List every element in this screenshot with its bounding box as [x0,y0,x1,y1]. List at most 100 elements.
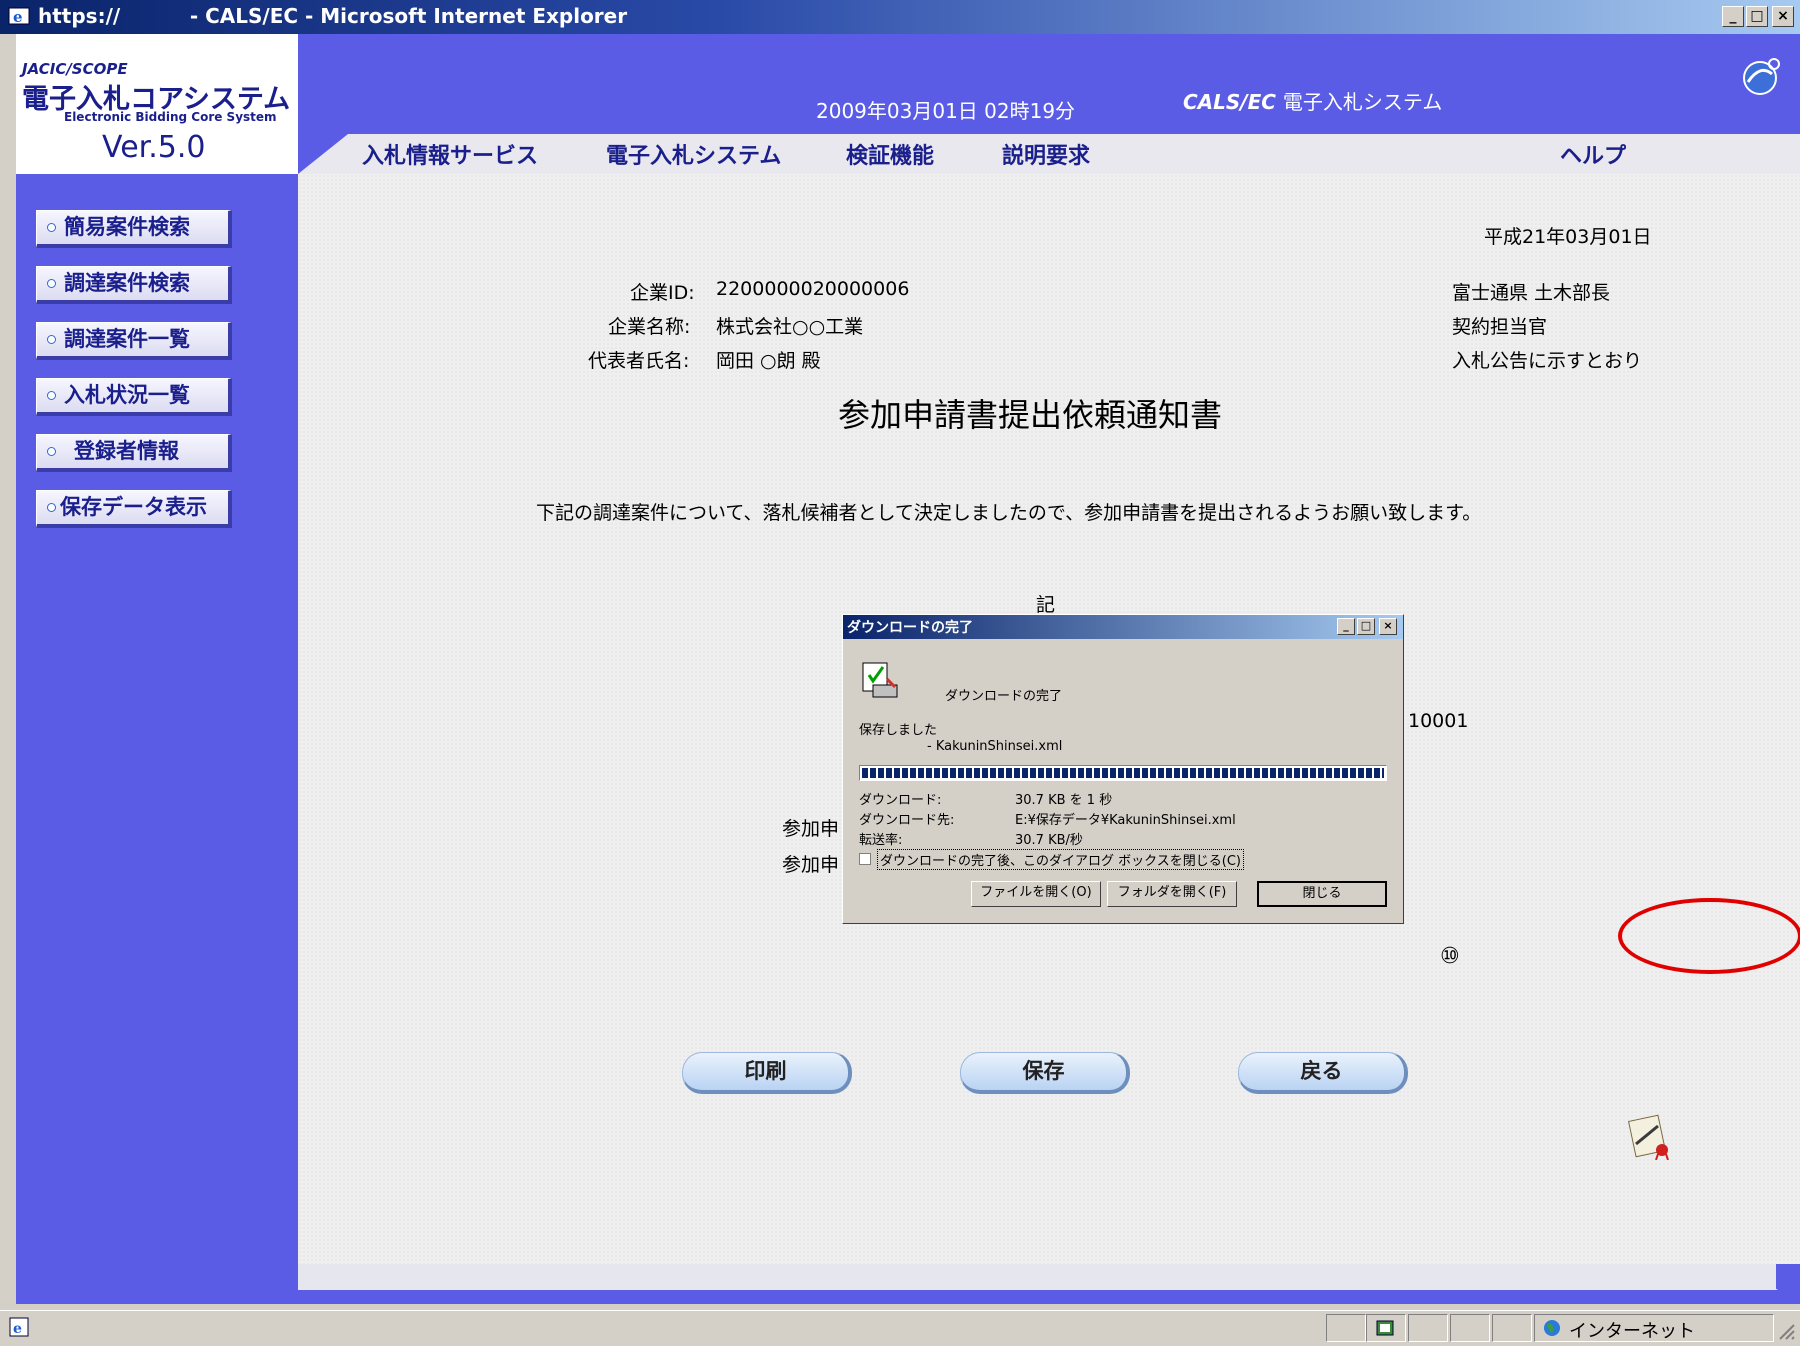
company-id-label: 企業ID: [630,282,695,304]
sidebar-item-bid-status[interactable]: 入札状況一覧 [36,378,232,416]
close-dialog-button[interactable]: 閉じる [1257,881,1387,907]
print-button[interactable]: 印刷 [682,1052,852,1094]
page-icon: e [9,1317,29,1337]
back-button[interactable]: 戻る [1238,1052,1408,1094]
progress-fill [862,768,1384,778]
step-marker: ⑩ [1440,944,1460,969]
document-date: 平成21年03月01日 [1484,226,1652,248]
bullet-icon [47,446,56,456]
close-on-complete-label[interactable]: ダウンロードの完了後、このダイアログ ボックスを閉じる(C) [877,849,1244,870]
open-file-button[interactable]: ファイルを開く(O) [971,881,1101,907]
dialog-title: ダウンロードの完了 [847,620,973,636]
status-panel [1492,1314,1532,1342]
title-bar: e https:// - CALS/EC - Microsoft Interne… [0,0,1800,34]
dialog-maximize-button[interactable]: □ [1357,618,1375,635]
menu-explanation-request[interactable]: 説明要求 [1002,138,1090,170]
logo-version: Ver.5.0 [102,130,206,165]
svg-text:e: e [13,8,23,26]
recipient-line-3: 入札公告に示すとおり [1452,350,1643,372]
system-name: CALS/EC 電子入札システム [1183,86,1442,115]
security-icon [1376,1320,1394,1336]
download-size-value: 30.7 KB を 1 秒 [1015,793,1113,808]
status-panel [1450,1314,1490,1342]
zone-label: インターネット [1569,1321,1695,1342]
sidebar-item-label: 保存データ表示 [60,495,207,519]
internet-zone-icon [1544,1320,1560,1336]
save-button[interactable]: 保存 [960,1052,1130,1094]
representative-label: 代表者氏名: [588,350,690,372]
company-name-label: 企業名称: [608,316,691,338]
close-window-button[interactable]: × [1772,6,1794,27]
system-label: 電子入札システム [1282,90,1443,114]
bullet-icon [47,502,56,512]
close-on-complete-checkbox[interactable] [859,853,871,865]
menu-e-bidding-system[interactable]: 電子入札システム [606,138,781,170]
representative-name: 岡田 ○朗 殿 [716,350,821,372]
dialog-minimize-button[interactable]: _ [1337,618,1355,635]
maximize-button[interactable]: □ [1746,6,1768,27]
header-band: 2009年03月01日 02時19分 CALS/EC 電子入札システム [298,34,1800,134]
dialog-heading: ダウンロードの完了 [945,689,1063,704]
notice-body: 下記の調達案件について、落札候補者として決定しましたので、参加申請書を提出される… [536,502,1482,524]
sidebar-item-registrant-info[interactable]: 登録者情報 [36,434,232,472]
sidebar-item-procurement-search[interactable]: 調達案件検索 [36,266,232,304]
footer-band [298,1264,1800,1304]
dialog-saved-text: 保存しました [859,723,938,738]
current-datetime: 2009年03月01日 02時19分 [816,99,1076,123]
system-prefix: CALS/EC [1183,90,1276,114]
menu-bid-info-service[interactable]: 入札情報サービス [362,138,538,170]
company-name-value: 株式会社○○工業 [716,316,864,338]
participation-label-partial-1: 参加申 [782,818,840,840]
sidebar-item-label: 調達案件検索 [64,271,190,295]
minimize-button[interactable]: _ [1722,6,1744,27]
page-title: 参加申請書提出依頼通知書 [838,396,1223,434]
resize-grip-icon[interactable] [1776,1321,1796,1341]
download-dest-label: ダウンロード先: [859,813,955,828]
status-panel [1366,1314,1406,1342]
window-title: https:// - CALS/EC - Microsoft Internet … [38,4,628,28]
sidebar-item-label: 入札状況一覧 [64,383,190,407]
dialog-filename: - KakuninShinsei.xml [927,739,1063,754]
globe-icon [1743,58,1780,95]
logo-subtitle: Electronic Bidding Core System [64,110,277,124]
dialog-title-bar: ダウンロードの完了 _ □ × [843,615,1403,639]
status-panel [1408,1314,1448,1342]
ie-icon: e [8,7,30,26]
recipient-line-1: 富士通県 土木部長 [1452,282,1611,304]
transfer-rate-label: 転送率: [859,833,903,848]
company-id-value: 2200000020000006 [716,278,910,300]
open-folder-button[interactable]: フォルダを開く(F) [1107,881,1237,907]
annotation-highlight-oval [1618,898,1800,974]
bullet-icon [47,222,56,232]
menu-help[interactable]: ヘルプ [1560,138,1626,170]
sidebar-item-procurement-list[interactable]: 調達案件一覧 [36,322,232,360]
download-progress-bar [859,765,1387,781]
status-panel [1326,1314,1366,1342]
sidebar-item-saved-data[interactable]: 保存データ表示 [36,490,232,528]
participation-label-partial-2: 参加申 [782,854,840,876]
logo-org: JACIC/SCOPE [22,60,128,78]
status-bar: e インターネット [0,1310,1800,1346]
sidebar-item-label: 簡易案件検索 [64,215,190,239]
download-size-label: ダウンロード: [859,793,942,808]
procurement-number-partial: 10001 [1408,710,1469,732]
download-complete-dialog: ダウンロードの完了 _ □ × ダウンロードの完了 保存しました - Kakun… [842,614,1404,924]
download-dest-value: E:¥保存データ¥KakuninShinsei.xml [1015,813,1236,828]
logo: JACIC/SCOPE 電子入札コアシステム Electronic Biddin… [16,34,298,174]
svg-text:e: e [13,1321,22,1337]
sidebar-item-label: 調達案件一覧 [64,327,190,351]
recipient-line-2: 契約担当官 [1452,316,1548,338]
ki-heading: 記 [1036,594,1056,616]
bullet-icon [47,334,56,344]
bullet-icon [47,278,56,288]
download-complete-icon [862,662,898,698]
bullet-icon [47,390,56,400]
sidebar-item-label: 登録者情報 [74,439,179,463]
browser-window: e https:// - CALS/EC - Microsoft Interne… [0,0,1800,1346]
menu-verification[interactable]: 検証機能 [846,138,934,170]
transfer-rate-value: 30.7 KB/秒 [1015,833,1083,848]
zone-panel: インターネット [1534,1314,1774,1342]
certificate-icon [1628,1114,1669,1160]
sidebar-item-simple-search[interactable]: 簡易案件検索 [36,210,232,248]
dialog-close-icon[interactable]: × [1379,618,1397,635]
